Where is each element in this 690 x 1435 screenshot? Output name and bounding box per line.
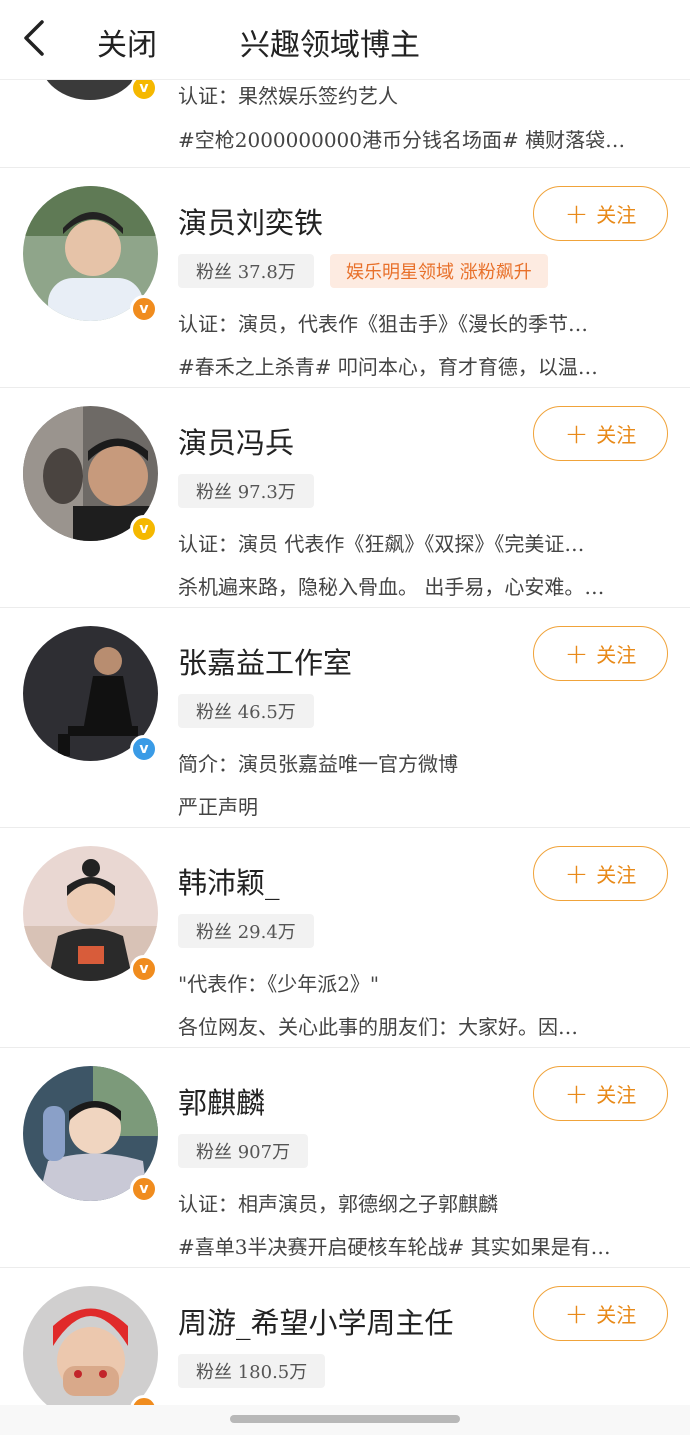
recent-post-text: #春禾之上杀青# 叩问本心，育才育德，以温… <box>178 355 598 379</box>
follow-label: 关注 <box>596 1303 637 1327</box>
verified-badge-icon: v <box>130 735 158 763</box>
fans-count-badge: 粉丝 97.3万 <box>178 474 314 508</box>
follow-label: 关注 <box>596 863 637 887</box>
follow-button[interactable]: + 关注 <box>533 1066 668 1121</box>
blogger-name[interactable]: 演员刘奕铁 <box>178 200 323 242</box>
page-title: 兴趣领域博主 <box>0 20 690 64</box>
verified-badge-icon: v <box>130 295 158 323</box>
follow-label: 关注 <box>596 1083 637 1107</box>
list-item[interactable]: v 演员刘奕铁 + 关注 粉丝 37.8万 娱乐明星领域 涨粉飙升 认证：演员，代… <box>0 168 690 388</box>
blogger-name[interactable]: 张嘉益工作室 <box>178 640 352 682</box>
fans-count-badge: 粉丝 907万 <box>178 1134 309 1168</box>
list-item[interactable]: v 郭麒麟 + 关注 粉丝 907万 认证：相声演员，郭德纲之子郭麒麟 #喜单3半… <box>0 1048 690 1268</box>
fans-count-badge: 粉丝 46.5万 <box>178 694 314 728</box>
follow-button[interactable]: + 关注 <box>533 186 668 241</box>
bio-text: 简介：演员张嘉益唯一官方微博 <box>178 752 458 776</box>
plus-icon: + <box>564 856 589 890</box>
follow-button[interactable]: + 关注 <box>533 626 668 681</box>
verified-badge-icon: v <box>130 955 158 983</box>
blogger-name[interactable]: 韩沛颖_ <box>178 860 280 902</box>
recent-post-text: #空枪2000000000港币分钱名场面# 横财落袋… <box>178 128 626 152</box>
plus-icon: + <box>564 1076 589 1110</box>
plus-icon: + <box>564 636 589 670</box>
follow-button[interactable]: + 关注 <box>533 1286 668 1341</box>
follow-label: 关注 <box>596 203 637 227</box>
blogger-name[interactable]: 郭麒麟 <box>178 1080 265 1122</box>
verified-badge-icon: v <box>130 1175 158 1203</box>
plus-icon: + <box>564 1296 589 1330</box>
recent-post-text: #喜单3半决赛开启硬核车轮战# 其实如果是有… <box>178 1235 611 1259</box>
home-indicator-bar <box>0 1405 690 1435</box>
representative-work-text: "代表作：《少年派2》" <box>178 972 380 996</box>
blogger-name[interactable]: 演员冯兵 <box>178 420 294 462</box>
list-item[interactable]: v 演员冯兵 + 关注 粉丝 97.3万 认证：演员 代表作《狂飙》《双探》《完美… <box>0 388 690 608</box>
list-item[interactable]: v 韩沛颖_ + 关注 粉丝 29.4万 "代表作：《少年派2》" 各位网友、关心… <box>0 828 690 1048</box>
follow-button[interactable]: + 关注 <box>533 846 668 901</box>
trending-tag: 娱乐明星领域 涨粉飙升 <box>330 254 548 288</box>
verification-text: 认证：相声演员，郭德纲之子郭麒麟 <box>178 1192 498 1216</box>
plus-icon: + <box>564 416 589 450</box>
follow-label: 关注 <box>596 423 637 447</box>
list-item[interactable]: v 张嘉益工作室 + 关注 粉丝 46.5万 简介：演员张嘉益唯一官方微博 严正声… <box>0 608 690 828</box>
verified-badge-icon: v <box>130 515 158 543</box>
fans-count-badge: 粉丝 37.8万 <box>178 254 314 288</box>
fans-count-badge: 粉丝 180.5万 <box>178 1354 326 1388</box>
blogger-name[interactable]: 周游_希望小学周主任 <box>178 1300 454 1342</box>
fans-count-badge: 粉丝 29.4万 <box>178 914 314 948</box>
plus-icon: + <box>564 196 589 230</box>
page-title-text: 兴趣领域博主 <box>240 28 420 63</box>
verification-text: 认证：演员 代表作《狂飙》《双探》《完美证… <box>178 532 585 556</box>
verification-text: 认证：演员，代表作《狙击手》《漫长的季节… <box>178 312 588 336</box>
follow-button[interactable]: + 关注 <box>533 406 668 461</box>
follow-label: 关注 <box>596 643 637 667</box>
recent-post-text: 杀机遍来路，隐秘入骨血。 出手易，心安难。… <box>178 575 605 599</box>
home-indicator[interactable] <box>230 1415 460 1423</box>
recent-post-text: 严正声明 <box>178 795 258 819</box>
verification-text: 认证：果然娱乐签约艺人 <box>178 84 398 108</box>
recent-post-text: 各位网友、关心此事的朋友们：大家好。因… <box>178 1015 578 1039</box>
top-nav-bar: 关闭 兴趣领域博主 <box>0 0 690 80</box>
